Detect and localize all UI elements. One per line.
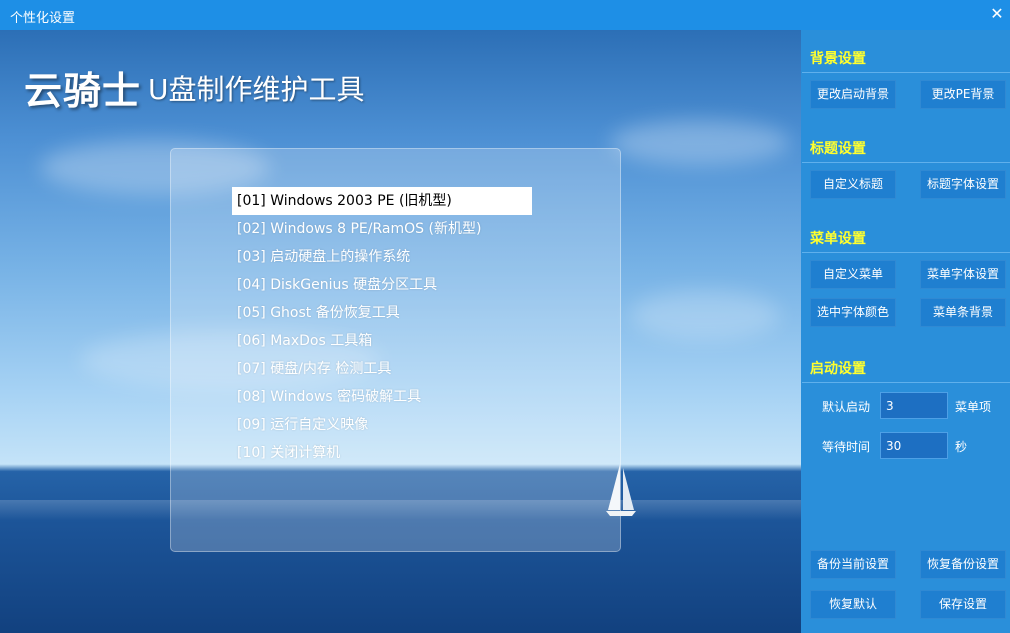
settings-sidebar: 背景设置 更改启动背景 更改PE背景 标题设置 自定义标题 标题字体设置 菜单设… (801, 30, 1010, 633)
boot-menu-list: [01] Windows 2003 PE (旧机型) [02] Windows … (232, 187, 532, 467)
logo-subtitle: U盘制作维护工具 (148, 73, 365, 106)
boot-menu-item[interactable]: [07] 硬盘/内存 检测工具 (232, 355, 532, 383)
close-icon[interactable]: ✕ (986, 3, 1008, 25)
custom-menu-button[interactable]: 自定义菜单 (810, 260, 896, 289)
backup-settings-button[interactable]: 备份当前设置 (810, 550, 896, 579)
section-divider (802, 162, 1010, 163)
wait-time-input[interactable] (880, 432, 948, 459)
boot-menu-panel: [01] Windows 2003 PE (旧机型) [02] Windows … (170, 148, 621, 552)
cloud-decoration (630, 290, 780, 340)
section-title-title: 标题设置 (810, 141, 866, 157)
wait-time-unit: 秒 (955, 440, 968, 454)
boot-menu-item[interactable]: [03] 启动硬盘上的操作系统 (232, 243, 532, 271)
boot-menu-item[interactable]: [10] 关闭计算机 (232, 439, 532, 467)
wait-time-label: 等待时间 (822, 440, 871, 454)
default-boot-input[interactable] (880, 392, 948, 419)
boot-menu-item[interactable]: [06] MaxDos 工具箱 (232, 327, 532, 355)
cloud-decoration (610, 120, 790, 165)
change-pe-background-button[interactable]: 更改PE背景 (920, 80, 1006, 109)
boot-menu-item[interactable]: [09] 运行自定义映像 (232, 411, 532, 439)
selected-font-color-button[interactable]: 选中字体颜色 (810, 298, 896, 327)
title-bar: 个性化设置 ✕ (0, 0, 1010, 30)
restore-backup-button[interactable]: 恢复备份设置 (920, 550, 1006, 579)
boot-menu-item[interactable]: [02] Windows 8 PE/RamOS (新机型) (232, 215, 532, 243)
sailboat-icon (606, 464, 636, 516)
boot-menu-item[interactable]: [04] DiskGenius 硬盘分区工具 (232, 271, 532, 299)
boot-menu-item[interactable]: [05] Ghost 备份恢复工具 (232, 299, 532, 327)
menu-font-button[interactable]: 菜单字体设置 (920, 260, 1006, 289)
title-font-button[interactable]: 标题字体设置 (920, 170, 1006, 199)
default-boot-unit: 菜单项 (955, 400, 992, 414)
boot-menu-preview: 云骑士 U盘制作维护工具 [01] Windows 2003 PE (旧机型) … (0, 30, 801, 633)
menu-bar-background-button[interactable]: 菜单条背景 (920, 298, 1006, 327)
section-divider (802, 72, 1010, 73)
save-settings-button[interactable]: 保存设置 (920, 590, 1006, 619)
section-divider (802, 382, 1010, 383)
section-title-background: 背景设置 (810, 51, 866, 67)
logo-main-text: 云骑士 (24, 69, 142, 113)
boot-menu-item[interactable]: [01] Windows 2003 PE (旧机型) (232, 187, 532, 215)
section-title-menu: 菜单设置 (810, 231, 866, 247)
default-boot-label: 默认启动 (822, 400, 871, 414)
section-title-boot: 启动设置 (810, 361, 866, 377)
restore-default-button[interactable]: 恢复默认 (810, 590, 896, 619)
boot-menu-item[interactable]: [08] Windows 密码破解工具 (232, 383, 532, 411)
change-boot-background-button[interactable]: 更改启动背景 (810, 80, 896, 109)
window-title: 个性化设置 (10, 11, 76, 26)
custom-title-button[interactable]: 自定义标题 (810, 170, 896, 199)
section-divider (802, 252, 1010, 253)
